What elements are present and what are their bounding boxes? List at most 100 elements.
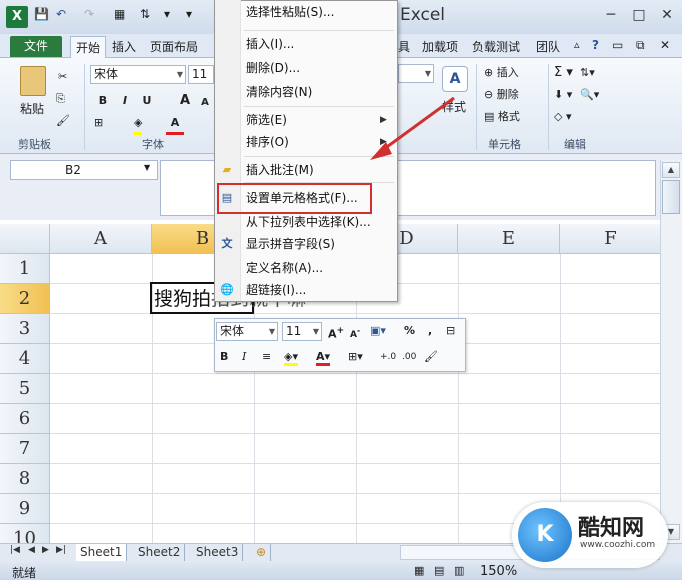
- italic-button[interactable]: I: [116, 92, 134, 110]
- underline-button[interactable]: U: [138, 92, 156, 110]
- autosum-icon[interactable]: Σ ▾: [554, 64, 573, 82]
- context-menu-item[interactable]: 显示拼音字段(S): [246, 234, 335, 254]
- help-icon[interactable]: ?: [592, 38, 599, 52]
- tab-addins[interactable]: 加载项: [422, 38, 458, 55]
- number-format-combo[interactable]: ▼: [398, 64, 438, 86]
- shrink-font-button[interactable]: A: [196, 94, 214, 112]
- zoom-level[interactable]: 150%: [480, 564, 517, 579]
- row-header[interactable]: 5: [0, 374, 50, 404]
- tab-insert[interactable]: 插入: [112, 38, 136, 55]
- sheet-tab-1[interactable]: Sheet1: [76, 544, 128, 561]
- mini-percent-button[interactable]: %: [404, 322, 415, 340]
- fill-color-icon[interactable]: ◈: [134, 114, 143, 135]
- customize-qat-icon[interactable]: ▾: [186, 7, 192, 21]
- ribbon-min-icon[interactable]: ▭: [612, 38, 623, 52]
- mini-increase-decimal-icon[interactable]: +.0: [380, 348, 396, 366]
- ribbon-close-icon[interactable]: ✕: [660, 38, 670, 52]
- tab-file[interactable]: 文件: [10, 36, 62, 57]
- first-sheet-icon[interactable]: |◀: [10, 545, 20, 555]
- new-sheet-icon[interactable]: ⊕: [252, 544, 272, 561]
- redo-icon[interactable]: ↷: [84, 7, 94, 21]
- tab-page-layout[interactable]: 页面布局: [150, 38, 198, 55]
- maximize-button[interactable]: □: [626, 4, 652, 26]
- context-menu-item[interactable]: 超链接(I)...: [246, 280, 306, 300]
- column-header[interactable]: F: [560, 224, 662, 254]
- column-header[interactable]: E: [458, 224, 560, 254]
- tab-load-test[interactable]: 负载测试: [472, 38, 520, 55]
- context-menu-item[interactable]: 选择性粘贴(S)...: [246, 2, 334, 22]
- paste-icon[interactable]: [20, 66, 46, 96]
- mini-align-icon[interactable]: ≡: [262, 348, 271, 366]
- context-menu-item[interactable]: 定义名称(A)...: [246, 258, 323, 278]
- mini-shrink-font-icon[interactable]: A-: [350, 322, 360, 340]
- sheet-tab-3[interactable]: Sheet3: [192, 544, 244, 561]
- context-menu-item[interactable]: 排序(O): [246, 132, 289, 152]
- sheet-tab-2[interactable]: Sheet2: [134, 544, 186, 561]
- row-header[interactable]: 1: [0, 254, 50, 284]
- context-menu-item[interactable]: 插入(I)...: [246, 34, 294, 54]
- row-header[interactable]: 4: [0, 344, 50, 374]
- tab-home[interactable]: 开始: [70, 36, 107, 59]
- chevron-down-icon[interactable]: ▼: [144, 163, 150, 172]
- mini-comma-button[interactable]: ,: [428, 322, 432, 340]
- font-name-combo[interactable]: 宋体 ▼: [90, 65, 186, 84]
- font-color-button[interactable]: A: [166, 114, 184, 132]
- mini-font-size-combo[interactable]: 11 ▼: [282, 322, 322, 341]
- format-painter-icon[interactable]: 🖌: [56, 112, 70, 130]
- save-icon[interactable]: 💾: [34, 7, 49, 21]
- page-layout-view-icon[interactable]: ▤: [434, 564, 444, 577]
- insert-cells-button[interactable]: 插入: [497, 66, 519, 79]
- context-menu-item[interactable]: 筛选(E): [246, 110, 287, 130]
- quick-access-icon[interactable]: ▦: [114, 7, 125, 21]
- mini-number-format-icon[interactable]: ▣▾: [370, 322, 386, 340]
- grow-font-button[interactable]: A: [176, 92, 194, 110]
- mini-font-color-icon[interactable]: A▾: [316, 348, 331, 366]
- mini-grow-font-icon[interactable]: A+: [328, 322, 344, 341]
- column-header[interactable]: A: [50, 224, 152, 254]
- context-menu-item[interactable]: 清除内容(N): [246, 82, 312, 102]
- page-break-view-icon[interactable]: ▥: [454, 564, 464, 577]
- next-sheet-icon[interactable]: ▶: [42, 545, 49, 555]
- mini-format-painter-icon[interactable]: 🖌: [424, 348, 438, 366]
- mini-border-icon[interactable]: ⊞▾: [348, 348, 363, 366]
- mini-fill-color-icon[interactable]: ◈▾: [284, 348, 298, 366]
- ribbon-restore-icon[interactable]: ⧉: [636, 38, 645, 53]
- mini-font-name-combo[interactable]: 宋体 ▼: [216, 322, 278, 341]
- select-all-corner[interactable]: [0, 224, 50, 254]
- cut-icon[interactable]: ✂: [58, 68, 67, 86]
- close-button[interactable]: ✕: [654, 4, 680, 26]
- row-header[interactable]: 9: [0, 494, 50, 524]
- vertical-scrollbar[interactable]: [660, 160, 682, 544]
- paste-button[interactable]: 粘贴: [20, 100, 44, 118]
- format-cells-button[interactable]: 格式: [498, 110, 520, 123]
- delete-cells-button[interactable]: 删除: [497, 88, 519, 101]
- mini-decrease-decimal-icon[interactable]: .00: [402, 348, 416, 366]
- tab-tools[interactable]: 具: [398, 38, 410, 55]
- mini-merge-icon[interactable]: ⊟: [446, 322, 455, 340]
- filter-icon[interactable]: ▾: [164, 7, 170, 21]
- row-header[interactable]: 8: [0, 464, 50, 494]
- sort-filter-icon[interactable]: ⇅▾: [580, 64, 595, 82]
- tab-team[interactable]: 团队: [536, 38, 560, 55]
- scroll-up-icon[interactable]: ▲: [662, 162, 680, 178]
- fill-icon[interactable]: ⬇ ▾: [554, 86, 572, 104]
- name-box[interactable]: B2: [10, 160, 158, 180]
- row-header[interactable]: 6: [0, 404, 50, 434]
- collapse-ribbon-icon[interactable]: ▵: [574, 38, 580, 51]
- row-header[interactable]: 3: [0, 314, 50, 344]
- clear-icon[interactable]: ◇ ▾: [554, 108, 571, 126]
- minimize-button[interactable]: ─: [598, 4, 624, 26]
- sort-icon[interactable]: ⇅: [140, 7, 150, 21]
- copy-icon[interactable]: ⎘: [56, 90, 65, 108]
- prev-sheet-icon[interactable]: ◀: [28, 545, 35, 555]
- find-icon[interactable]: 🔍▾: [580, 86, 599, 104]
- mini-bold-button[interactable]: B: [220, 348, 228, 366]
- row-header[interactable]: 2: [0, 284, 50, 314]
- normal-view-icon[interactable]: ▦: [414, 564, 424, 577]
- font-size-combo[interactable]: 11: [188, 65, 214, 84]
- styles-icon[interactable]: A: [442, 66, 468, 92]
- row-header[interactable]: 7: [0, 434, 50, 464]
- mini-italic-button[interactable]: I: [242, 348, 246, 366]
- last-sheet-icon[interactable]: ▶|: [56, 545, 66, 555]
- undo-icon[interactable]: ↶: [56, 7, 66, 21]
